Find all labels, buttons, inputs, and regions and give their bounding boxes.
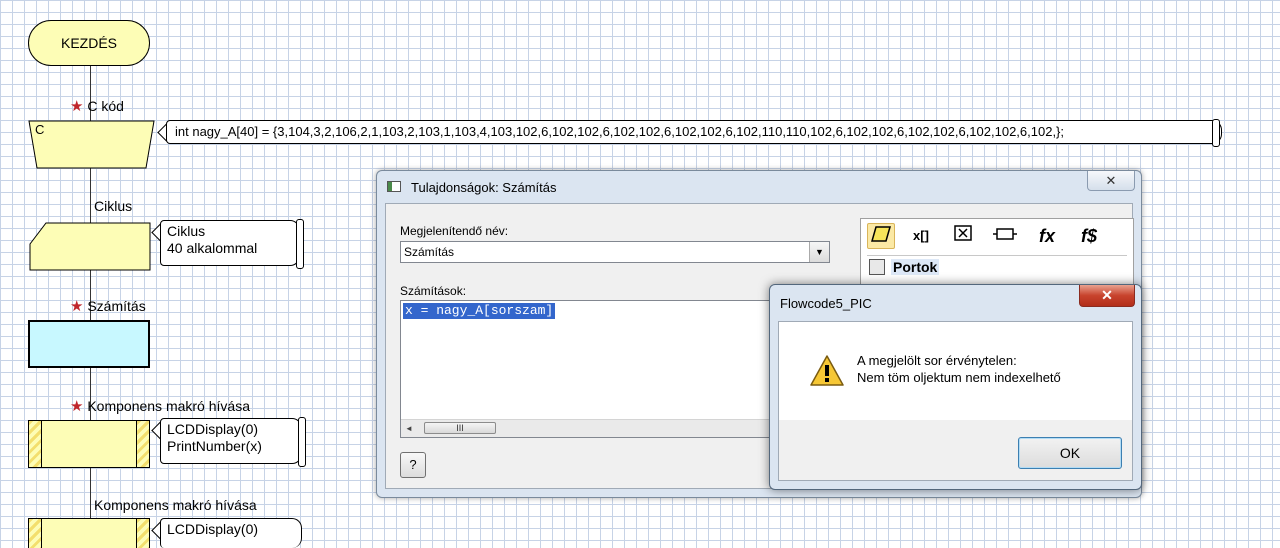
macro2-stripe-right — [136, 519, 149, 548]
delete-tool-icon[interactable] — [949, 223, 977, 249]
c-code-block[interactable] — [28, 120, 156, 170]
ports-folder-icon — [869, 259, 885, 275]
macro2-stripe-left — [29, 519, 42, 548]
display-name-label: Megjelenítendő név: — [400, 224, 509, 238]
loop-comment[interactable]: Ciklus 40 alkalommal — [160, 220, 300, 266]
macro2-block[interactable] — [28, 518, 150, 548]
star-icon: ★ — [70, 298, 84, 315]
star-icon: ★ — [70, 398, 84, 415]
start-terminal[interactable]: KEZDÉS — [28, 20, 150, 66]
variable-tool-icon[interactable] — [867, 223, 895, 249]
macro1-caption: ★ Komponens makró hívása — [70, 398, 250, 415]
c-code-comment-end — [1212, 119, 1220, 147]
calc-caption: ★ Számítás — [70, 298, 146, 315]
horizontal-scrollbar[interactable]: ◄ III — [401, 419, 779, 437]
c-code-comment[interactable]: int nagy_A[40] = {3,104,3,2,106,2,1,103,… — [166, 120, 1222, 144]
macro1-stripe-left — [29, 421, 42, 467]
help-button[interactable]: ? — [400, 452, 426, 478]
panel-divider — [867, 255, 1127, 256]
warning-icon — [810, 355, 844, 386]
properties-close-button[interactable]: ✕ — [1087, 171, 1135, 191]
calc-block[interactable] — [28, 320, 150, 368]
display-name-combo[interactable]: Számítás ▼ — [400, 241, 830, 263]
selected-calculation-line[interactable]: x = nagy_A[sorszam] — [403, 303, 556, 319]
macro1-block[interactable] — [28, 420, 150, 468]
port-tool-icon[interactable] — [991, 223, 1019, 249]
macro2-caption: Komponens makró hívása — [94, 497, 257, 513]
macro1-line2: PrintNumber(x) — [167, 438, 262, 454]
macro1-comment-end — [298, 417, 306, 467]
error-dialog-title: Flowcode5_PIC — [780, 296, 872, 311]
loop-comment-line1: Ciklus — [167, 223, 206, 239]
error-dialog: Flowcode5_PIC ✕ A megjelölt sor érvényte… — [769, 284, 1142, 490]
ok-button[interactable]: OK — [1018, 437, 1122, 469]
macro2-comment[interactable]: LCDDisplay(0) — [160, 518, 302, 548]
display-name-value: Számítás — [404, 245, 455, 259]
function-tool-icon[interactable]: fx — [1033, 223, 1061, 249]
loop-comment-end — [296, 219, 304, 269]
loop-caption: Ciklus — [94, 198, 133, 214]
chevron-down-icon[interactable]: ▼ — [809, 242, 829, 262]
string-function-tool-icon[interactable]: f$ — [1075, 223, 1103, 249]
error-body: A megjelölt sor érvénytelen: Nem töm olj… — [778, 321, 1133, 481]
tree-item-ports[interactable]: Portok — [891, 259, 940, 275]
macro1-line1: LCDDisplay(0) — [167, 421, 259, 437]
calculations-label: Számítások: — [400, 284, 467, 298]
properties-dialog-title: Tulajdonságok: Számítás — [411, 180, 557, 195]
loop-comment-line2: 40 alkalommal — [167, 240, 258, 256]
array-tool-icon[interactable]: x[] — [907, 223, 935, 249]
c-code-caption: ★ C kód — [70, 98, 124, 115]
star-icon: ★ — [70, 98, 84, 115]
macro1-comment[interactable]: LCDDisplay(0) PrintNumber(x) — [160, 418, 302, 464]
error-close-button[interactable]: ✕ — [1079, 285, 1135, 307]
c-code-text: int nagy_A[40] = {3,104,3,2,106,2,1,103,… — [175, 124, 1065, 139]
error-dialog-footer: OK — [779, 420, 1132, 480]
macro2-line1: LCDDisplay(0) — [167, 521, 259, 537]
calculations-textarea[interactable]: x = nagy_A[sorszam] ◄ III — [400, 300, 780, 438]
close-icon: ✕ — [1101, 287, 1113, 303]
start-label: KEZDÉS — [60, 35, 117, 51]
scroll-thumb[interactable]: III — [424, 422, 496, 434]
macro1-stripe-right — [136, 421, 149, 467]
close-icon: ✕ — [1105, 173, 1117, 188]
window-icon — [387, 181, 401, 192]
scroll-left-icon[interactable]: ◄ — [401, 420, 417, 437]
error-message-line1: A megjelölt sor érvénytelen: — [857, 353, 1017, 368]
c-code-shape-text: C — [35, 122, 45, 137]
error-message-line2: Nem töm oljektum nem indexelhető — [857, 370, 1061, 385]
loop-block[interactable] — [28, 222, 152, 272]
